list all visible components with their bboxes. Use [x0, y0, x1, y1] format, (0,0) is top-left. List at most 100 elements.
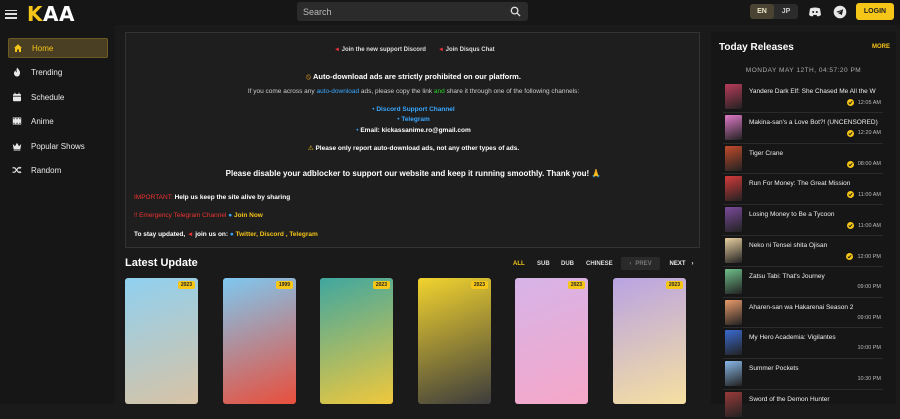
anime-card[interactable]: 2023: [515, 278, 588, 404]
prev-button[interactable]: ‹ PREV: [621, 257, 660, 270]
megaphone-icon: ◄: [334, 47, 340, 53]
anime-card[interactable]: 2023: [613, 278, 686, 404]
release-title: Aharen-san wa Hakarenai Season 2: [749, 303, 854, 311]
disqus-chat-link[interactable]: ◄ Join Disqus Chat: [438, 47, 495, 53]
release-item[interactable]: My Hero Academia: Vigilantes 10:00 PM: [723, 329, 895, 357]
logo[interactable]: KAA: [5, 2, 75, 26]
release-title: Yandere Dark Elf: She Chased Me All the …: [749, 88, 876, 95]
anime-card[interactable]: 2023: [125, 278, 198, 404]
divider: [723, 358, 883, 360]
release-thumbnail: [725, 114, 742, 140]
top-bar: KAA EN JP LOGIN: [0, 0, 900, 26]
check-icon: [846, 253, 854, 260]
next-button[interactable]: NEXT ›: [663, 257, 700, 270]
release-item[interactable]: Yandere Dark Elf: She Chased Me All the …: [723, 83, 895, 111]
login-button[interactable]: LOGIN: [856, 3, 894, 20]
release-title: Summer Pockets: [749, 365, 799, 373]
release-thumbnail: [725, 361, 742, 387]
release-item[interactable]: Sword of the Demon Hunter: [723, 391, 895, 419]
alert-icon: ‼: [134, 212, 138, 219]
release-time: 11:00 AM: [847, 191, 881, 199]
more-link[interactable]: MORE: [872, 44, 890, 50]
release-time: 11:00 AM: [847, 222, 881, 230]
divider: [723, 204, 883, 206]
logo-letters: AA: [43, 2, 75, 26]
release-thumbnail: [725, 268, 742, 294]
channel-email[interactable]: • Email: kickassanime.ro@gmail.com: [126, 127, 701, 134]
calendar-icon: [13, 92, 21, 102]
social-links[interactable]: Twitter, Discord , Telegram: [236, 231, 318, 238]
link-label: Join Disqus Chat: [445, 47, 495, 53]
filter-sub[interactable]: SUB: [537, 261, 550, 267]
search-input[interactable]: [297, 2, 487, 22]
sidebar-item-popular-shows[interactable]: Popular Shows: [8, 136, 108, 156]
filter-chinese[interactable]: CHINESE: [586, 261, 613, 267]
next-label: NEXT: [669, 260, 686, 267]
warning-icon: ⚠: [307, 145, 314, 152]
release-time: 10:00 PM: [857, 345, 881, 352]
film-icon: [12, 117, 22, 125]
divider: [723, 173, 883, 175]
release-item[interactable]: Losing Money to Be a Tycoon 11:00 AM: [723, 206, 895, 234]
release-item[interactable]: Summer Pockets 10:30 PM: [723, 360, 895, 388]
release-time: 12:00 PM: [846, 253, 881, 260]
filter-all[interactable]: ALL: [513, 261, 525, 267]
release-title: Makina-san's a Love Bot?! (UNCENSORED): [749, 118, 878, 126]
release-title: Neko ni Tensei shita Ojisan: [749, 242, 828, 249]
filter-dub[interactable]: DUB: [561, 261, 574, 267]
sidebar-item-home[interactable]: Home: [8, 38, 108, 58]
sidebar-item-schedule[interactable]: Schedule: [8, 87, 108, 107]
release-item[interactable]: Neko ni Tensei shita Ojisan 12:00 PM: [723, 237, 895, 265]
release-item[interactable]: Run For Money: The Great Mission 11:00 AM: [723, 175, 895, 203]
join-now-link[interactable]: Join Now: [234, 212, 263, 219]
check-icon: [847, 222, 855, 230]
notice-panel: ◄ Join the new support Discord ◄ Join Di…: [125, 32, 700, 248]
search-bar: [297, 2, 528, 22]
release-item[interactable]: Makina-san's a Love Bot?! (UNCENSORED) 12…: [723, 114, 895, 142]
telegram-icon[interactable]: [833, 5, 847, 19]
lang-jp-button[interactable]: JP: [774, 4, 798, 19]
divider: [723, 142, 883, 144]
sidebar-item-anime[interactable]: Anime: [8, 111, 108, 131]
fire-icon: [13, 67, 21, 77]
release-title: Losing Money to Be a Tycoon: [749, 211, 835, 219]
discord-support-link[interactable]: ◄ Join the new support Discord: [334, 47, 426, 53]
sidebar-item-label: Random: [31, 165, 62, 175]
year-badge: 2023: [567, 281, 585, 289]
stay-updated: To stay updated, ◄ join us on: ● Twitter…: [134, 231, 318, 238]
menu-icon[interactable]: [5, 9, 17, 19]
chevron-left-icon: ‹: [629, 260, 632, 267]
prohibited-icon: ⦸: [306, 72, 311, 81]
release-title: Run For Money: The Great Mission: [749, 180, 851, 188]
check-icon: [846, 129, 854, 137]
divider: [723, 389, 883, 390]
release-item[interactable]: Aharen-san wa Hakarenai Season 2 09:00 PM: [723, 299, 895, 327]
release-thumbnail: [725, 84, 742, 109]
lang-en-button[interactable]: EN: [750, 4, 774, 19]
release-thumbnail: [725, 299, 742, 325]
search-icon[interactable]: [510, 6, 521, 17]
release-time: 12:05 AM: [846, 99, 881, 106]
anime-card[interactable]: 2023: [418, 278, 491, 404]
adblock-message: Please disable your adblocker to support…: [225, 169, 602, 178]
release-time: 09:00 PM: [857, 283, 881, 290]
release-item[interactable]: Zatsu Tabi: That's Journey 09:00 PM: [723, 268, 895, 296]
sidebar-item-label: Popular Shows: [31, 141, 85, 151]
sidebar-item-random[interactable]: Random: [8, 160, 108, 180]
divider: [723, 265, 883, 267]
release-time: 12:20 AM: [846, 129, 881, 137]
year-badge: 2023: [665, 281, 683, 289]
anime-card[interactable]: 1999: [223, 278, 296, 404]
channel-discord[interactable]: • Discord Support Channel: [126, 106, 701, 113]
sidebar-item-trending[interactable]: Trending: [8, 62, 108, 82]
emergency-channel-link[interactable]: ‼ Emergency Telegram Channel: [134, 212, 226, 219]
release-item[interactable]: Tiger Crane 08:00 AM: [723, 145, 895, 173]
discord-icon[interactable]: [808, 5, 822, 19]
year-badge: 2023: [177, 281, 195, 289]
chevron-right-icon: ›: [691, 260, 694, 267]
globe-icon: ●: [229, 231, 234, 238]
sidebar-item-label: Trending: [31, 67, 63, 77]
year-badge: 2023: [470, 281, 488, 289]
anime-card[interactable]: 2023: [320, 278, 393, 404]
channel-telegram[interactable]: • Telegram: [126, 116, 701, 123]
